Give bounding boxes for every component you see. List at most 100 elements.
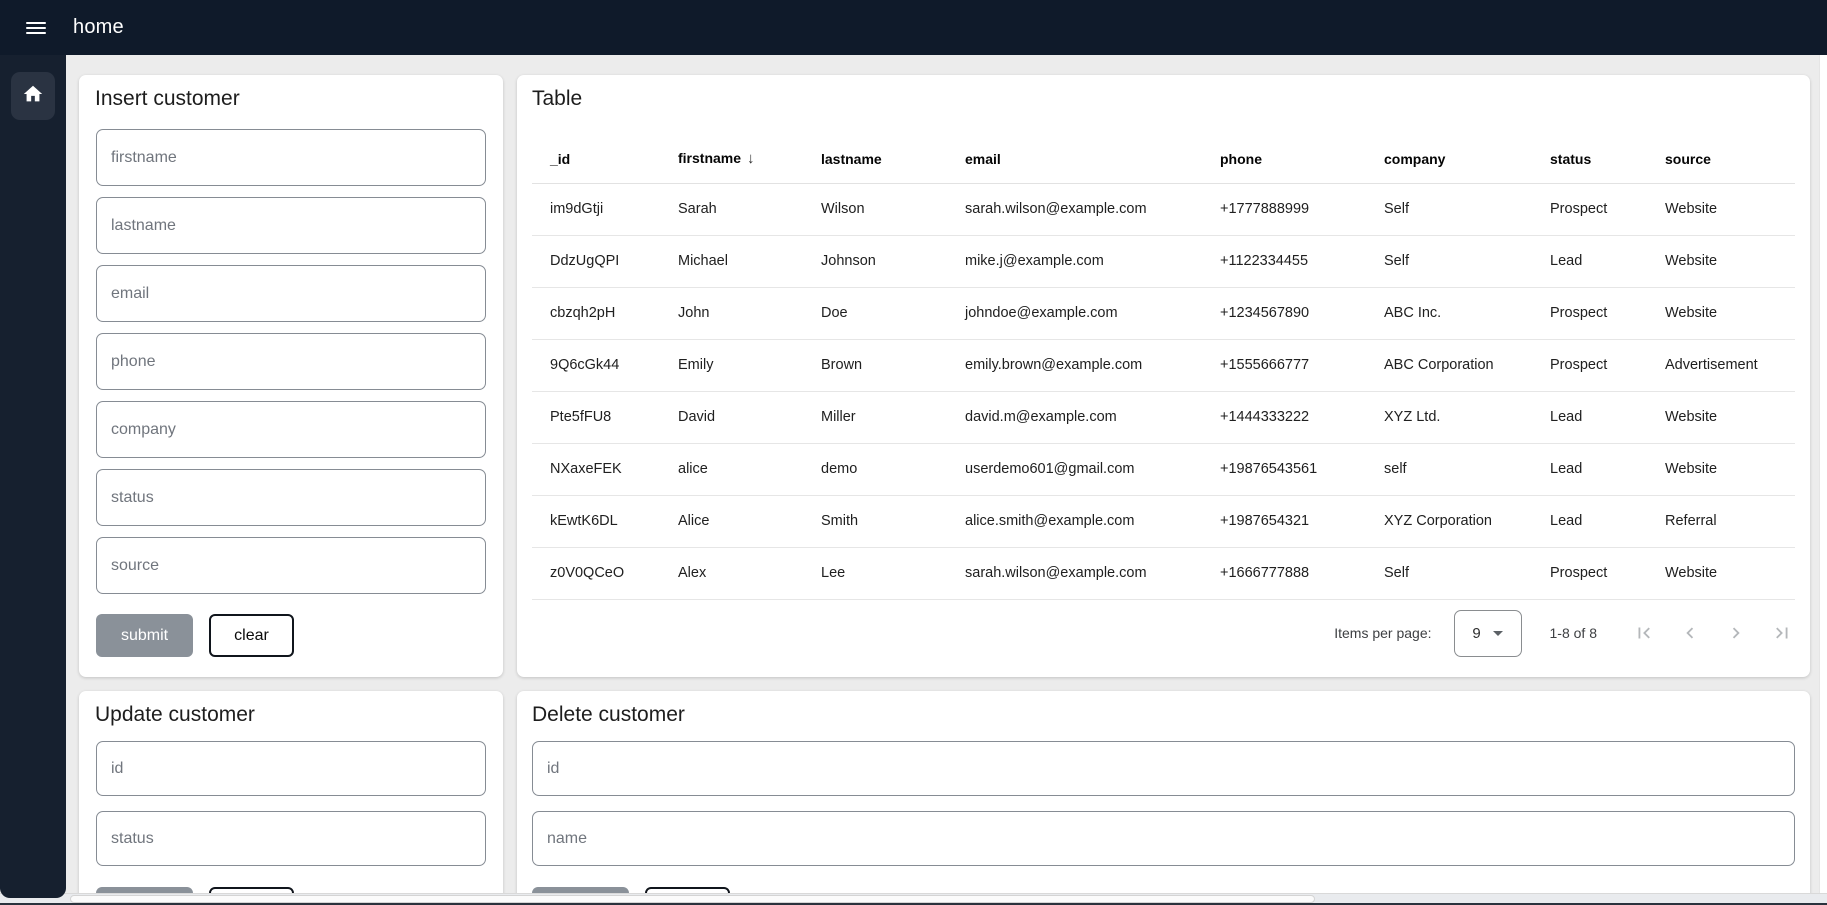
- insert-firstname-input[interactable]: [96, 129, 486, 186]
- table-cell: Website: [1647, 235, 1795, 287]
- table-cell: Michael: [660, 235, 803, 287]
- insert-card-title: Insert customer: [95, 87, 240, 111]
- table-cell: Smith: [803, 495, 947, 547]
- table-cell: sarah.wilson@example.com: [947, 183, 1202, 235]
- update-card-title: Update customer: [95, 703, 255, 727]
- menu-icon-bar: [26, 22, 46, 24]
- table-cell: Alex: [660, 547, 803, 599]
- table-cell: sarah.wilson@example.com: [947, 547, 1202, 599]
- table-row: kEwtK6DLAliceSmithalice.smith@example.co…: [532, 495, 1795, 547]
- horizontal-scrollbar-thumb[interactable]: [70, 895, 1315, 903]
- horizontal-scrollbar[interactable]: [0, 893, 1827, 903]
- table-cell: David: [660, 391, 803, 443]
- table-cell: demo: [803, 443, 947, 495]
- menu-icon[interactable]: [26, 22, 46, 34]
- table-cell: +1555666777: [1202, 339, 1366, 391]
- table-row: NXaxeFEKalicedemouserdemo601@gmail.com+1…: [532, 443, 1795, 495]
- table-cell: NXaxeFEK: [532, 443, 660, 495]
- table-cell: Lead: [1532, 391, 1647, 443]
- table-row: 9Q6cGk44EmilyBrownemily.brown@example.co…: [532, 339, 1795, 391]
- table-cell: Lead: [1532, 495, 1647, 547]
- delete-name-input[interactable]: [532, 811, 1795, 866]
- app-screen: home Insert customer submit clear Table: [0, 0, 1827, 905]
- table-cell: Lee: [803, 547, 947, 599]
- table-cell: +1666777888: [1202, 547, 1366, 599]
- table-row: z0V0QCeOAlexLeesarah.wilson@example.com+…: [532, 547, 1795, 599]
- table-cell: johndoe@example.com: [947, 287, 1202, 339]
- table-cell: Prospect: [1532, 339, 1647, 391]
- table-card-title: Table: [532, 87, 582, 111]
- items-per-page-label: Items per page:: [1334, 625, 1431, 641]
- table-cell: Brown: [803, 339, 947, 391]
- table-row: cbzqh2pHJohnDoejohndoe@example.com+12345…: [532, 287, 1795, 339]
- table-row: DdzUgQPIMichaelJohnsonmike.j@example.com…: [532, 235, 1795, 287]
- column-header-status[interactable]: status: [1532, 135, 1647, 183]
- column-header-id[interactable]: _id: [532, 135, 660, 183]
- table-paginator: Items per page: 9 1-8 of 8: [1334, 603, 1795, 663]
- table-cell: z0V0QCeO: [532, 547, 660, 599]
- table-cell: +1777888999: [1202, 183, 1366, 235]
- table-cell: alice: [660, 443, 803, 495]
- update-id-input[interactable]: [96, 741, 486, 796]
- top-navbar: home: [0, 0, 1827, 55]
- next-page-icon[interactable]: [1723, 620, 1749, 646]
- table-cell: 9Q6cGk44: [532, 339, 660, 391]
- table-cell: Prospect: [1532, 183, 1647, 235]
- first-page-icon[interactable]: [1631, 620, 1657, 646]
- column-header-firstname[interactable]: firstname↓: [660, 135, 803, 183]
- column-header-email[interactable]: email: [947, 135, 1202, 183]
- table-cell: im9dGtji: [532, 183, 660, 235]
- table-cell: Advertisement: [1647, 339, 1795, 391]
- table-cell: mike.j@example.com: [947, 235, 1202, 287]
- column-header-lastname[interactable]: lastname: [803, 135, 947, 183]
- table-cell: ABC Inc.: [1366, 287, 1532, 339]
- insert-company-input[interactable]: [96, 401, 486, 458]
- delete-id-input[interactable]: [532, 741, 1795, 796]
- delete-customer-card: Delete customer submit clear: [517, 691, 1810, 905]
- table-cell: XYZ Corporation: [1366, 495, 1532, 547]
- table-cell: Sarah: [660, 183, 803, 235]
- sidebar-item-home[interactable]: [11, 72, 55, 120]
- table-cell: Website: [1647, 443, 1795, 495]
- insert-phone-input[interactable]: [96, 333, 486, 390]
- page-size-select[interactable]: 9: [1454, 610, 1522, 657]
- insert-source-input[interactable]: [96, 537, 486, 594]
- sidebar: [0, 55, 66, 898]
- column-header-company[interactable]: company: [1366, 135, 1532, 183]
- insert-email-input[interactable]: [96, 265, 486, 322]
- previous-page-icon[interactable]: [1677, 620, 1703, 646]
- column-header-firstname-label: firstname: [678, 150, 741, 166]
- vertical-scrollbar[interactable]: [1819, 55, 1827, 893]
- last-page-icon[interactable]: [1769, 620, 1795, 646]
- column-header-source[interactable]: source: [1647, 135, 1795, 183]
- table-cell: Self: [1366, 547, 1532, 599]
- page-title: home: [73, 16, 124, 39]
- table-cell: Lead: [1532, 235, 1647, 287]
- home-icon: [22, 83, 44, 110]
- table-cell: Pte5fFU8: [532, 391, 660, 443]
- table-cell: XYZ Ltd.: [1366, 391, 1532, 443]
- update-status-input[interactable]: [96, 811, 486, 866]
- table-cell: kEwtK6DL: [532, 495, 660, 547]
- table-cell: ABC Corporation: [1366, 339, 1532, 391]
- delete-card-title: Delete customer: [532, 703, 685, 727]
- table-cell: DdzUgQPI: [532, 235, 660, 287]
- insert-status-input[interactable]: [96, 469, 486, 526]
- insert-clear-button[interactable]: clear: [209, 614, 294, 657]
- table-row: Pte5fFU8DavidMillerdavid.m@example.com+1…: [532, 391, 1795, 443]
- table-cell: self: [1366, 443, 1532, 495]
- table-cell: Website: [1647, 183, 1795, 235]
- table-cell: david.m@example.com: [947, 391, 1202, 443]
- table-cell: +1987654321: [1202, 495, 1366, 547]
- page-size-value: 9: [1472, 625, 1480, 642]
- table-cell: Website: [1647, 287, 1795, 339]
- insert-customer-card: Insert customer submit clear: [79, 75, 503, 677]
- column-header-phone[interactable]: phone: [1202, 135, 1366, 183]
- update-customer-card: Update customer submit clear: [79, 691, 503, 905]
- table-cell: +1444333222: [1202, 391, 1366, 443]
- insert-lastname-input[interactable]: [96, 197, 486, 254]
- table-cell: alice.smith@example.com: [947, 495, 1202, 547]
- menu-icon-bar: [26, 27, 46, 29]
- table-row: im9dGtjiSarahWilsonsarah.wilson@example.…: [532, 183, 1795, 235]
- insert-submit-button[interactable]: submit: [96, 614, 193, 657]
